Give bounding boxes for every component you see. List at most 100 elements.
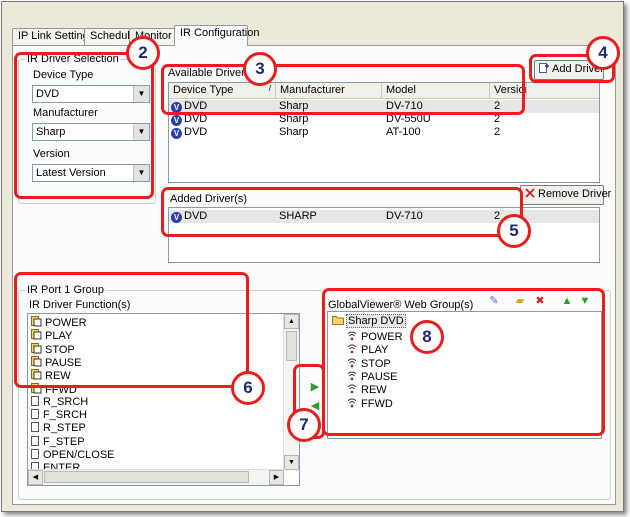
callout-badge-3: 3 <box>243 52 277 86</box>
list-item[interactable]: STOP <box>31 342 75 356</box>
scroll-up-icon[interactable]: ▲ <box>284 314 299 329</box>
mapped-function-icon <box>31 342 42 354</box>
function-document-icon <box>31 449 39 459</box>
chevron-down-icon[interactable]: ▼ <box>133 124 149 140</box>
callout-badge-4: 4 <box>586 36 620 70</box>
tree-child-item[interactable]: REW <box>346 383 387 397</box>
sort-icon: / <box>268 84 271 93</box>
tree-child-item[interactable]: PAUSE <box>346 370 397 384</box>
ir-signal-icon <box>346 358 361 370</box>
mapped-function-icon <box>31 316 42 327</box>
list-item[interactable]: FFWD <box>31 382 77 396</box>
list-item[interactable]: F_SRCH <box>31 409 87 422</box>
delete-folder-icon[interactable]: ✖ <box>533 294 547 308</box>
move-up-arrow-icon[interactable]: ▲ <box>560 294 574 308</box>
move-down-arrow-icon[interactable]: ▼ <box>578 294 592 308</box>
function-document-icon <box>31 395 39 406</box>
available-drivers-header: Device Type/ Manufacturer Model Version <box>169 83 599 99</box>
ir-driver-selection-title: IR Driver Selection <box>25 53 121 65</box>
ir-signal-icon <box>346 384 361 396</box>
ir-signal-icon <box>346 344 361 356</box>
added-drivers-title: Added Driver(s) <box>170 193 248 205</box>
tab-ir-configuration[interactable]: IR Configuration <box>174 25 260 46</box>
manufacturer-label: Manufacturer <box>33 107 98 119</box>
folder-icon <box>332 316 344 325</box>
added-drivers-list[interactable]: V DVD SHARP DV-710 2 <box>168 207 600 263</box>
ir-driver-selection-group: IR Driver Selection Device Type DVD ▼ Ma… <box>18 53 156 204</box>
table-row[interactable]: V DVD Sharp AT-100 2 <box>169 126 599 139</box>
available-drivers-title: Available Drivers <box>168 67 251 79</box>
callout-badge-2: 2 <box>126 36 160 70</box>
table-row[interactable]: V DVD SHARP DV-710 2 <box>169 210 599 223</box>
application-window: IP Link Settings Schedule Monitor IR Con… <box>1 1 624 512</box>
list-item[interactable]: R_SRCH <box>31 395 88 409</box>
ir-signal-icon <box>346 331 361 343</box>
device-type-select[interactable]: DVD ▼ <box>32 85 150 103</box>
list-item[interactable]: OPEN/CLOSE <box>31 449 115 462</box>
mapped-function-icon <box>31 355 42 367</box>
tree-child-item[interactable]: POWER <box>346 330 403 344</box>
callout-badge-8: 8 <box>410 320 444 354</box>
move-right-arrow-icon[interactable]: ▶ <box>308 380 322 394</box>
table-row[interactable]: V DVD Sharp DV-710 2 <box>169 100 599 113</box>
device-type-value: DVD <box>36 88 60 100</box>
ir-signal-icon <box>346 398 361 410</box>
driver-v-icon: V <box>171 212 182 223</box>
version-value: Latest Version <box>36 167 106 179</box>
ir-port-group-title: IR Port 1 Group <box>25 284 107 296</box>
tree-child-item[interactable]: FFWD <box>346 397 393 411</box>
scroll-left-icon[interactable]: ◀ <box>28 470 43 485</box>
list-item[interactable]: R_STEP <box>31 422 86 435</box>
table-row[interactable]: V DVD Sharp DV-550U 2 <box>169 113 599 126</box>
function-document-icon <box>31 409 39 420</box>
version-label: Version <box>33 148 70 160</box>
list-item[interactable]: F_STEP <box>31 435 85 449</box>
scroll-right-icon[interactable]: ▶ <box>269 470 284 485</box>
web-group-label: GlobalViewer® Web Group(s) <box>328 299 474 311</box>
version-select[interactable]: Latest Version ▼ <box>32 164 150 182</box>
callout-badge-7: 7 <box>287 408 321 442</box>
mapped-function-icon <box>31 369 42 380</box>
functions-horizontal-scrollbar[interactable]: ◀ ▶ <box>28 469 285 485</box>
tree-child-item[interactable]: STOP <box>346 357 391 371</box>
tab-ip-link-settings[interactable]: IP Link Settings <box>12 28 94 45</box>
list-item[interactable]: POWER <box>31 316 87 329</box>
driver-v-icon: V <box>171 102 182 113</box>
remove-driver-icon <box>525 188 535 198</box>
scroll-down-icon[interactable]: ▼ <box>284 455 299 470</box>
tree-root-item[interactable]: Sharp DVD <box>332 314 406 328</box>
manufacturer-select[interactable]: Sharp ▼ <box>32 123 150 141</box>
new-folder-icon[interactable]: ▰ <box>513 294 527 308</box>
functions-vertical-scrollbar[interactable]: ▲ ▼ <box>283 314 299 471</box>
column-manufacturer[interactable]: Manufacturer <box>276 83 382 99</box>
ir-signal-icon <box>346 371 361 383</box>
available-drivers-group: Available Drivers Device Type / Manufactu… <box>163 67 605 183</box>
device-type-label: Device Type <box>33 69 94 81</box>
available-drivers-list[interactable]: Device Type/ Manufacturer Model Version … <box>168 82 600 183</box>
list-item[interactable]: PLAY <box>31 329 72 342</box>
column-model[interactable]: Model <box>382 83 490 99</box>
ir-driver-functions-label: IR Driver Function(s) <box>29 299 131 311</box>
horizontal-scroll-thumb[interactable] <box>44 471 249 483</box>
scroll-thumb[interactable] <box>286 331 297 361</box>
driver-v-icon: V <box>171 115 182 126</box>
list-item[interactable]: REW <box>31 369 71 382</box>
edit-pencil-icon[interactable]: ✎ <box>487 294 501 308</box>
callout-badge-6: 6 <box>231 371 265 405</box>
driver-v-icon: V <box>171 128 182 139</box>
remove-driver-button[interactable]: Remove Driver <box>520 185 611 205</box>
function-document-icon <box>31 435 39 446</box>
column-version[interactable]: Version <box>490 83 527 99</box>
list-item[interactable]: PAUSE <box>31 355 81 369</box>
chevron-down-icon[interactable]: ▼ <box>133 86 149 102</box>
add-driver-icon <box>539 63 549 73</box>
mapped-function-icon <box>31 382 42 394</box>
tree-child-item[interactable]: PLAY <box>346 343 388 357</box>
mapped-function-icon <box>31 329 42 340</box>
function-document-icon <box>31 422 39 433</box>
chevron-down-icon[interactable]: ▼ <box>133 165 149 181</box>
tab-schedule[interactable]: Schedule <box>84 28 136 45</box>
manufacturer-value: Sharp <box>36 126 66 138</box>
callout-badge-5: 5 <box>497 214 531 248</box>
web-group-tree[interactable]: Sharp DVD POWER PLAY STOP PAUSE REW FFWD <box>327 311 602 439</box>
